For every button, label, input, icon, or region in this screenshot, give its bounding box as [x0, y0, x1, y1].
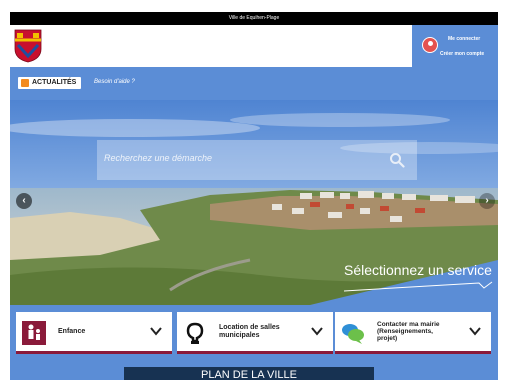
help-link[interactable]: Besoin d'aide ? — [94, 79, 135, 85]
site-header: Me connecter Créer mon compte — [10, 25, 498, 67]
search-box[interactable]: Recherchez une démarche — [97, 140, 417, 180]
news-bar: ACTUALITÉS Besoin d'aide ? — [10, 67, 498, 100]
card-label: Location de salles municipales — [219, 323, 280, 339]
chevron-down-icon[interactable] — [469, 326, 481, 336]
search-icon[interactable] — [389, 152, 405, 168]
service-card-location-salles[interactable]: Location de salles municipales — [177, 312, 333, 354]
top-bar: Ville de Equihen-Plage — [10, 12, 498, 25]
login-link[interactable]: Me connecter — [448, 36, 480, 42]
hero-slider: Recherchez une démarche ‹ › Sélectionnez… — [10, 100, 498, 305]
slider-next-button[interactable]: › — [479, 193, 495, 209]
city-map-label: PLAN DE LA VILLE — [201, 369, 297, 380]
card-label: Contacter ma mairie (Renseignements, pro… — [377, 321, 440, 342]
site-title: Ville de Equihen-Plage — [228, 15, 280, 21]
chat-bubbles-icon — [342, 324, 364, 344]
card-label: Enfance — [58, 327, 86, 335]
service-heading: Sélectionnez un service — [344, 262, 492, 278]
search-input[interactable]: Recherchez une démarche — [104, 153, 212, 163]
slider-prev-button[interactable]: ‹ — [16, 193, 32, 209]
child-icon — [22, 321, 46, 345]
service-card-contacter-mairie[interactable]: Contacter ma mairie (Renseignements, pro… — [335, 312, 491, 354]
service-card-enfance[interactable]: Enfance — [16, 312, 172, 354]
rss-icon — [21, 79, 29, 87]
city-crest-logo[interactable] — [14, 29, 42, 63]
service-underline — [344, 281, 493, 292]
chevron-down-icon[interactable] — [311, 326, 323, 336]
create-account-link[interactable]: Créer mon compte — [440, 51, 484, 57]
city-map-button[interactable]: PLAN DE LA VILLE — [124, 367, 374, 380]
account-panel[interactable]: Me connecter Créer mon compte — [412, 25, 498, 67]
news-button[interactable]: ACTUALITÉS — [18, 77, 82, 89]
news-label: ACTUALITÉS — [32, 79, 77, 86]
chevron-down-icon[interactable] — [150, 326, 162, 336]
room-icon — [186, 322, 204, 344]
user-icon — [422, 37, 438, 53]
